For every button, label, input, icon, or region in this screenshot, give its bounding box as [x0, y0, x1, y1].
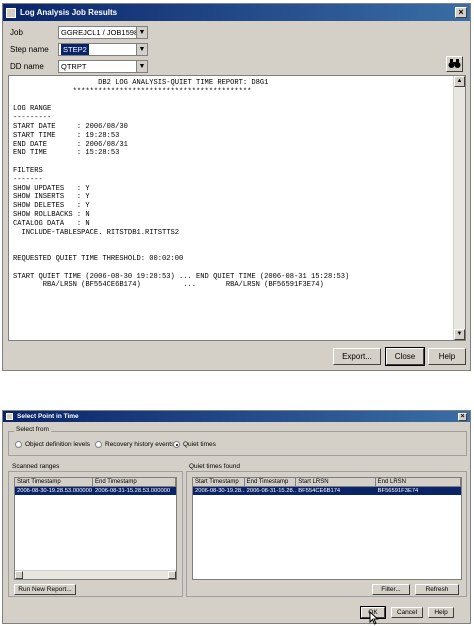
mouse-cursor-icon — [369, 611, 379, 625]
scanned-ranges-label: Scanned ranges — [12, 463, 60, 470]
refresh-button[interactable]: Refresh — [415, 584, 459, 595]
title-bar[interactable]: Log Analysis Job Results × — [3, 4, 470, 21]
binoculars-icon — [448, 59, 461, 68]
radio-icon — [15, 441, 22, 448]
log-analysis-dialog: Log Analysis Job Results × Job GGREJCL1 … — [2, 3, 471, 371]
column-header[interactable]: End Timestamp — [244, 478, 297, 487]
column-header[interactable]: Start Timestamp — [193, 478, 245, 487]
app-icon — [6, 7, 16, 18]
find-button[interactable] — [446, 56, 463, 72]
report-view[interactable]: DB2 LOG ANALYSIS-QUIET TIME REPORT: D8G1… — [8, 75, 466, 341]
table-row[interactable]: 2006-08-30-19.28.... 2006-08-31-15.28...… — [193, 487, 461, 495]
radio-icon — [173, 441, 180, 448]
vertical-scrollbar[interactable]: ▲ ▼ — [453, 76, 465, 340]
scroll-up-icon[interactable]: ▲ — [454, 76, 465, 87]
export-button[interactable]: Export... — [333, 348, 381, 365]
table-cell: 2006-08-31-15.28.53.000000 — [95, 488, 171, 494]
dd-label: DD name — [10, 62, 44, 71]
app-icon — [6, 413, 13, 420]
step-value: STEP2 — [61, 44, 89, 55]
chevron-down-icon[interactable]: ▼ — [136, 44, 147, 55]
quiet-times-found-label: Quiet times found — [189, 463, 240, 470]
job-select[interactable]: GGREJCL1 / JOB15986 ▼ — [58, 26, 148, 39]
dialog-title: Log Analysis Job Results — [20, 8, 118, 17]
step-select[interactable]: STEP2 ▼ — [58, 43, 148, 56]
scroll-right-icon[interactable] — [168, 571, 176, 579]
chevron-down-icon[interactable]: ▼ — [136, 61, 147, 72]
table-header: Start Timestamp End Timestamp Start LRSN… — [193, 478, 461, 487]
scanned-ranges-panel: Start Timestamp End Timestamp 2006-08-30… — [8, 471, 183, 597]
run-new-report-button[interactable]: Run New Report... — [14, 584, 76, 595]
radio-object-definition-levels[interactable]: Object definition levels — [15, 441, 90, 448]
step-label: Step name — [10, 45, 49, 54]
scroll-left-icon[interactable] — [15, 571, 23, 579]
scroll-down-icon[interactable]: ▼ — [454, 329, 465, 340]
table-row[interactable]: 2006-08-30-19.28.53.000000 2006-08-31-15… — [15, 487, 176, 495]
title-bar[interactable]: Select Point in Time × — [3, 411, 470, 422]
close-icon[interactable]: × — [458, 412, 467, 421]
cancel-button[interactable]: Cancel — [391, 607, 423, 618]
horizontal-scrollbar[interactable] — [15, 570, 176, 579]
radio-label: Recovery history events — [105, 441, 175, 448]
column-header[interactable]: Start Timestamp — [15, 478, 94, 487]
radio-label: Quiet times — [183, 441, 216, 448]
job-label: Job — [10, 28, 23, 37]
select-from-group: Select from Object definition levels Rec… — [8, 426, 467, 456]
table-header: Start Timestamp End Timestamp — [15, 478, 176, 487]
dd-select[interactable]: QTRPT ▼ — [58, 60, 148, 73]
help-button[interactable]: Help — [428, 607, 454, 618]
close-button[interactable]: Close — [385, 347, 425, 366]
close-icon[interactable]: × — [455, 7, 467, 18]
help-button[interactable]: Help — [428, 348, 466, 365]
table-cell: BF56591F3E74 — [377, 488, 419, 494]
table-cell: 2006-08-30-19.28.... — [195, 488, 245, 494]
column-header[interactable]: Start LRSN — [296, 478, 376, 487]
scanned-ranges-table[interactable]: Start Timestamp End Timestamp 2006-08-30… — [14, 477, 177, 580]
table-cell: 2006-08-31-15.28... — [246, 488, 297, 494]
column-header[interactable]: End Timestamp — [93, 478, 176, 487]
quiet-times-panel: Start Timestamp End Timestamp Start LRSN… — [186, 471, 467, 597]
radio-recovery-history-events[interactable]: Recovery history events — [95, 441, 174, 448]
report-text: DB2 LOG ANALYSIS-QUIET TIME REPORT: D8G1… — [13, 79, 350, 290]
table-cell: BF554CE6B174 — [298, 488, 341, 494]
quiet-times-table[interactable]: Start Timestamp End Timestamp Start LRSN… — [192, 477, 462, 580]
radio-label: Object definition levels — [25, 441, 91, 448]
select-point-in-time-dialog: Select Point in Time × Select from Objec… — [2, 410, 471, 625]
filter-button[interactable]: Filter... — [372, 584, 410, 595]
dialog-title: Select Point in Time — [17, 413, 79, 420]
column-header[interactable]: End LRSN — [375, 478, 461, 487]
table-cell: 2006-08-30-19.28.53.000000 — [17, 488, 93, 494]
dd-value: QTRPT — [61, 62, 87, 71]
radio-quiet-times[interactable]: Quiet times — [173, 441, 216, 448]
chevron-down-icon[interactable]: ▼ — [136, 27, 147, 38]
radio-icon — [95, 441, 102, 448]
job-value: GGREJCL1 / JOB15986 — [61, 28, 143, 37]
select-from-label: Select from — [14, 426, 51, 433]
